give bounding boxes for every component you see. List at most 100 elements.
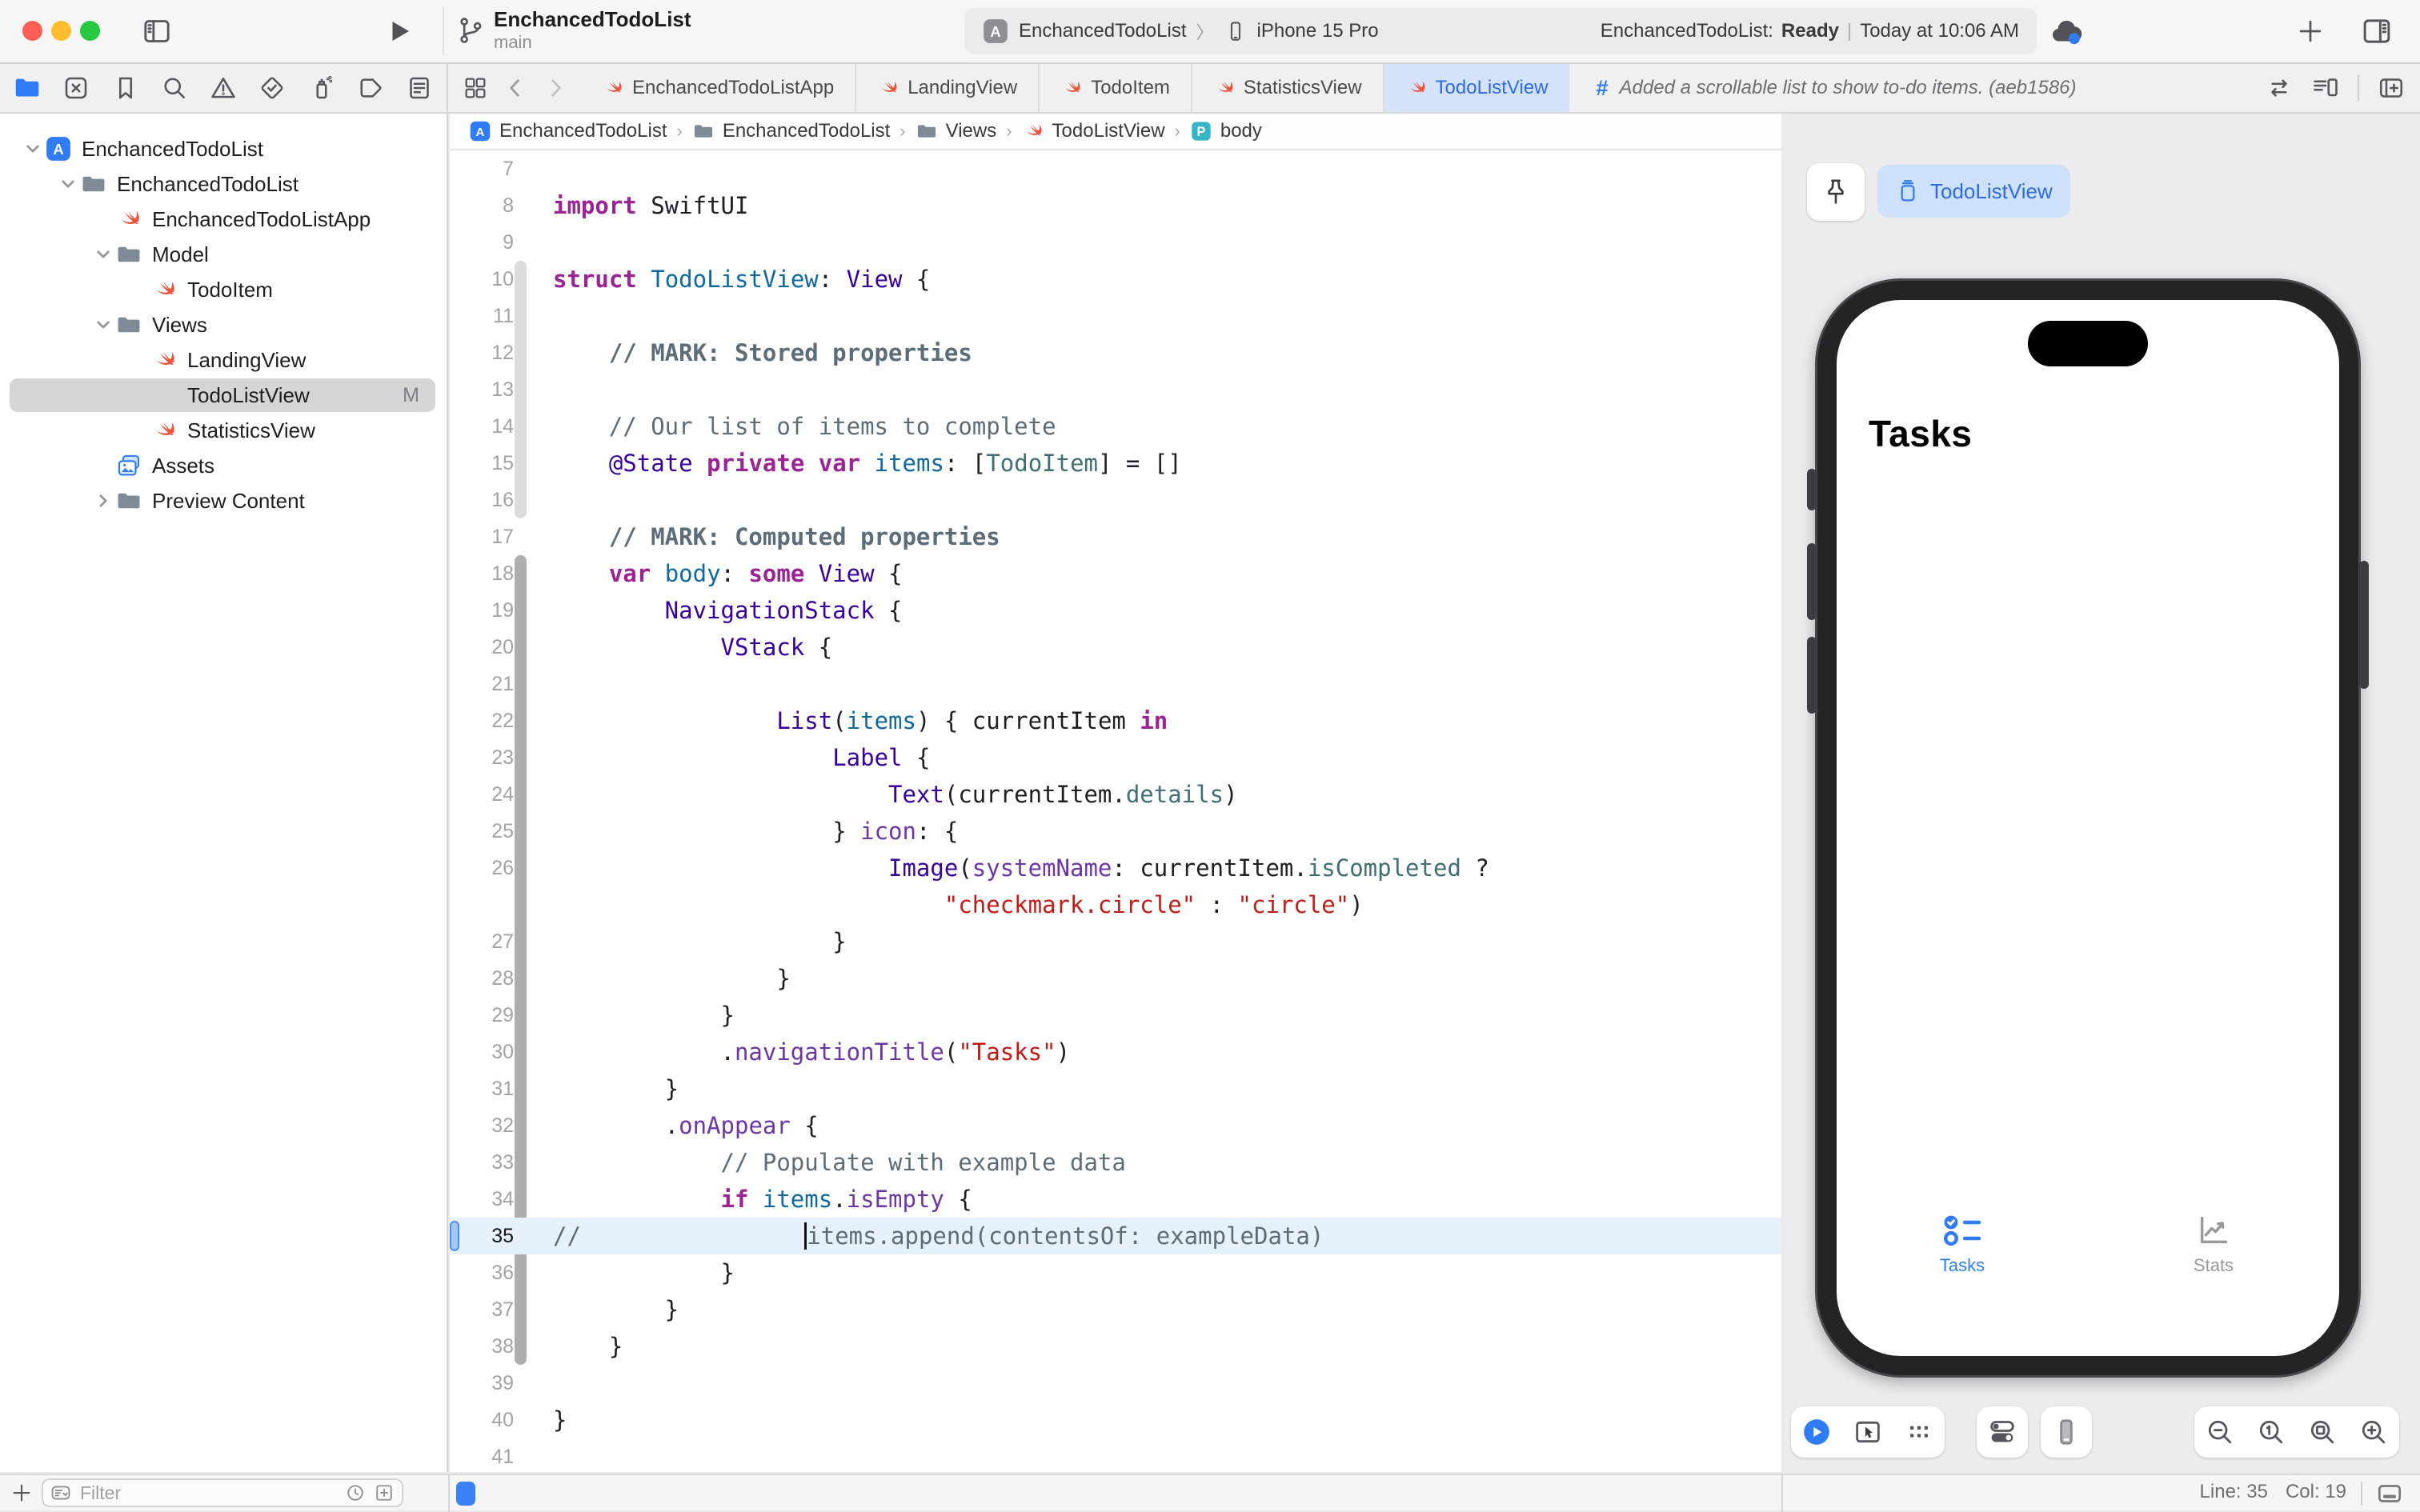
code-line-34[interactable]: 34if items.isEmpty {: [450, 1181, 1781, 1218]
device-settings-icon[interactable]: [1986, 1416, 2018, 1448]
editor-tab-StatisticsView[interactable]: StatisticsView: [1192, 64, 1384, 112]
code-line-7[interactable]: 7: [450, 150, 1781, 187]
code-line-35[interactable]: 35// items.append(contentsOf: exampleDat…: [450, 1218, 1781, 1254]
phone-tab-Tasks[interactable]: Tasks: [1837, 1212, 2088, 1308]
phone-tab-Stats[interactable]: Stats: [2088, 1212, 2339, 1308]
zoom-to-fit-icon[interactable]: [2306, 1416, 2338, 1448]
project-navigator-icon[interactable]: [13, 74, 42, 102]
code-line-26[interactable]: 26Image(systemName: currentItem.isComple…: [450, 850, 1781, 886]
breadcrumb-item-Views[interactable]: Views: [916, 120, 997, 142]
sidebar-item-Assets[interactable]: Assets: [0, 448, 447, 483]
breadcrumb-item-EnchancedTodoList[interactable]: EnchancedTodoList: [692, 120, 890, 142]
code-line-8[interactable]: 8import SwiftUI: [450, 187, 1781, 224]
zoom-window-button[interactable]: [80, 21, 100, 41]
report-navigator-icon[interactable]: [405, 74, 434, 102]
sidebar-item-TodoListView[interactable]: TodoListViewM: [0, 378, 447, 413]
bookmark-navigator-icon[interactable]: [111, 74, 140, 102]
code-line-11[interactable]: 11: [450, 298, 1781, 334]
code-line-32[interactable]: 32.onAppear {: [450, 1107, 1781, 1144]
code-line-23[interactable]: 23Label {: [450, 739, 1781, 776]
variants-grid-button[interactable]: [1903, 1416, 1935, 1448]
code-line-41[interactable]: 41: [450, 1438, 1781, 1472]
code-line-39[interactable]: 39: [450, 1365, 1781, 1402]
zoom-actual-size-icon[interactable]: [2255, 1416, 2287, 1448]
sidebar-item-StatisticsView[interactable]: StatisticsView: [0, 413, 447, 448]
disclosure-chevron-icon[interactable]: [91, 242, 115, 266]
adjust-editor-panel-icon[interactable]: [2374, 1478, 2406, 1509]
code-line-29[interactable]: 29}: [450, 997, 1781, 1034]
swap-editor-icon[interactable]: [2265, 74, 2294, 102]
filter-input[interactable]: [78, 1482, 338, 1505]
sidebar-item-EnchancedTodoListApp[interactable]: EnchancedTodoListApp: [0, 202, 447, 237]
add-file-button[interactable]: [10, 1481, 34, 1505]
code-line-14[interactable]: 14// Our list of items to complete: [450, 408, 1781, 445]
code-line-22[interactable]: 22List(items) { currentItem in: [450, 702, 1781, 739]
breadcrumb-item-body[interactable]: Pbody: [1190, 120, 1262, 142]
run-destination[interactable]: iPhone 15 Pro: [1257, 20, 1379, 42]
sidebar-item-Model[interactable]: Model: [0, 237, 447, 272]
debug-navigator-icon[interactable]: [307, 74, 336, 102]
code-line-19[interactable]: 19NavigationStack {: [450, 592, 1781, 629]
close-window-button[interactable]: [22, 21, 42, 41]
code-line-36[interactable]: 36}: [450, 1254, 1781, 1291]
code-line-33[interactable]: 33// Populate with example data: [450, 1144, 1781, 1181]
code-line-27[interactable]: 27}: [450, 923, 1781, 960]
pin-preview-button[interactable]: [1807, 163, 1865, 221]
code-line-28[interactable]: 28}: [450, 960, 1781, 997]
recent-files-icon[interactable]: [344, 1482, 367, 1504]
editor-tab-TodoItem[interactable]: TodoItem: [1040, 64, 1192, 112]
code-line-31[interactable]: 31}: [450, 1070, 1781, 1107]
selectable-mode-button[interactable]: [1852, 1416, 1884, 1448]
editor-tab-EnchancedTodoListApp[interactable]: EnchancedTodoListApp: [581, 64, 856, 112]
editor-tab-TodoListView[interactable]: TodoListView: [1384, 64, 1569, 112]
toggle-right-inspector-icon[interactable]: [2359, 14, 2394, 48]
code-line-38[interactable]: 38}: [450, 1328, 1781, 1365]
sidebar-item-EnchancedTodoList[interactable]: EnchancedTodoList: [0, 166, 447, 202]
sidebar-item-EnchancedTodoList[interactable]: AEnchancedTodoList: [0, 131, 447, 166]
code-line-wrap[interactable]: "checkmark.circle" : "circle"): [450, 886, 1781, 923]
run-button[interactable]: [383, 15, 415, 47]
code-line-25[interactable]: 25} icon: {: [450, 813, 1781, 850]
code-line-40[interactable]: 40}: [450, 1402, 1781, 1438]
disclosure-chevron-icon[interactable]: [21, 137, 45, 161]
cloud-sync-icon[interactable]: [2047, 13, 2085, 50]
code-line-16[interactable]: 16: [450, 482, 1781, 518]
add-editor-icon[interactable]: [2377, 74, 2406, 102]
activity-status-pill[interactable]: A EnchancedTodoList 〉 iPhone 15 Pro Ench…: [964, 8, 2037, 54]
editor-tab-LandingView[interactable]: LandingView: [856, 64, 1040, 112]
toggle-left-sidebar-icon[interactable]: [141, 15, 173, 47]
zoom-out-icon[interactable]: [2204, 1416, 2236, 1448]
live-preview-button[interactable]: [1801, 1416, 1833, 1448]
code-line-13[interactable]: 13: [450, 371, 1781, 408]
disclosure-chevron-icon[interactable]: [91, 489, 115, 513]
code-line-12[interactable]: 12// MARK: Stored properties: [450, 334, 1781, 371]
code-line-37[interactable]: 37}: [450, 1291, 1781, 1328]
last-commit-info[interactable]: # Added a scrollable list to show to-do …: [1597, 76, 2077, 101]
code-line-9[interactable]: 9: [450, 224, 1781, 261]
test-navigator-icon[interactable]: [258, 74, 286, 102]
filter-field[interactable]: [42, 1478, 403, 1507]
code-line-20[interactable]: 20VStack {: [450, 629, 1781, 666]
preview-device-button[interactable]: [2050, 1416, 2082, 1448]
add-toolbar-button[interactable]: [2295, 16, 2326, 46]
code-line-10[interactable]: 10struct TodoListView: View {: [450, 261, 1781, 298]
editor-options-icon[interactable]: [2311, 74, 2340, 102]
breadcrumb-item-EnchancedTodoList[interactable]: AEnchancedTodoList: [469, 120, 667, 142]
code-line-15[interactable]: 15@State private var items: [TodoItem] =…: [450, 445, 1781, 482]
find-navigator-icon[interactable]: [160, 74, 189, 102]
go-back-icon[interactable]: [503, 75, 528, 101]
code-line-18[interactable]: 18var body: some View {: [450, 555, 1781, 592]
code-line-17[interactable]: 17// MARK: Computed properties: [450, 518, 1781, 555]
phone-screen[interactable]: Tasks TasksStats: [1837, 300, 2339, 1356]
zoom-in-icon[interactable]: [2358, 1416, 2390, 1448]
code-line-24[interactable]: 24Text(currentItem.details): [450, 776, 1781, 813]
code-line-21[interactable]: 21: [450, 666, 1781, 702]
show-sourcecontrol-changes-icon[interactable]: [373, 1482, 395, 1504]
sidebar-item-Preview Content[interactable]: Preview Content: [0, 483, 447, 518]
project-status-block[interactable]: EnchancedTodoList main: [455, 8, 691, 52]
issue-navigator-icon[interactable]: [209, 74, 238, 102]
breadcrumb-item-TodoListView[interactable]: TodoListView: [1022, 120, 1165, 142]
go-forward-icon[interactable]: [543, 75, 568, 101]
disclosure-chevron-icon[interactable]: [56, 172, 80, 196]
breakpoint-navigator-icon[interactable]: [356, 74, 385, 102]
